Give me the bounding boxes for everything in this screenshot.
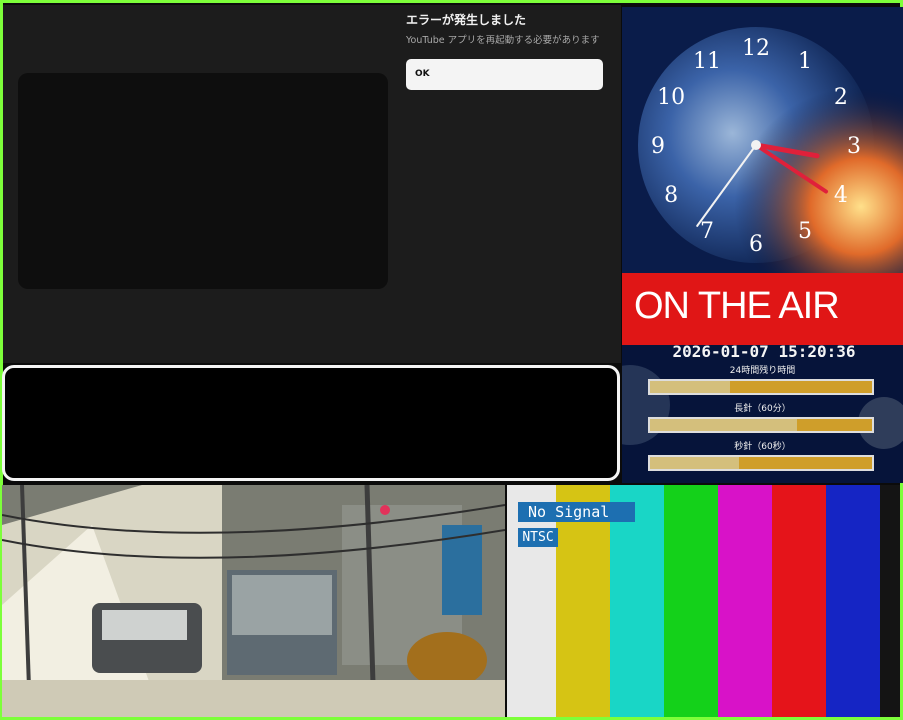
camera-image: [2, 485, 505, 717]
meter-24h: [648, 379, 874, 395]
clock-numeral: 4: [834, 183, 848, 208]
meter-label-minute: 長針（60分）: [734, 404, 791, 414]
clock-numeral: 5: [798, 219, 812, 244]
clock-numeral: 11: [693, 49, 721, 74]
youtube-error-panel: エラーが発生しました YouTube アプリを再起動する必要があります OK: [3, 5, 621, 363]
error-message: YouTube アプリを再起動する必要があります: [406, 35, 600, 46]
clock-numeral: 10: [657, 85, 685, 110]
clock-numeral: 12: [742, 36, 770, 61]
ok-button[interactable]: OK: [406, 59, 603, 90]
color-bar: [664, 485, 718, 717]
on-air-text: ON THE AIR: [634, 285, 840, 327]
clock-numeral: 7: [700, 219, 714, 244]
clock-numeral: 6: [749, 232, 763, 257]
color-bar: [772, 485, 826, 717]
clock-numeral: 8: [664, 183, 678, 208]
meter-minute: [648, 417, 874, 433]
color-bar: [826, 485, 880, 717]
error-title: エラーが発生しました: [406, 13, 527, 27]
on-air-clock-panel: 12 1 2 3 4 5 6 7 8 9 10 11 ON THE AIR 2026-01-07 15…: [622, 7, 903, 483]
color-bar: [718, 485, 772, 717]
ntsc-label: NTSC: [518, 528, 558, 547]
clock-numeral: 9: [651, 134, 665, 159]
clock-numeral: 2: [834, 85, 848, 110]
datetime-readout: 2026-01-07 15:20:36: [672, 342, 856, 361]
no-signal-label: No Signal: [518, 502, 635, 522]
blank-video-panel: [2, 365, 620, 481]
clock-numeral: 3: [847, 134, 861, 159]
clock-numeral: 1: [798, 49, 812, 74]
color-bar: [880, 485, 900, 717]
video-player-area: [18, 73, 388, 289]
meter-label-24h: 24時間残り時間: [729, 366, 796, 376]
meter-second: [648, 455, 874, 471]
meter-label-second: 秒針（60秒）: [734, 442, 791, 452]
street-camera-feed: [2, 485, 505, 717]
